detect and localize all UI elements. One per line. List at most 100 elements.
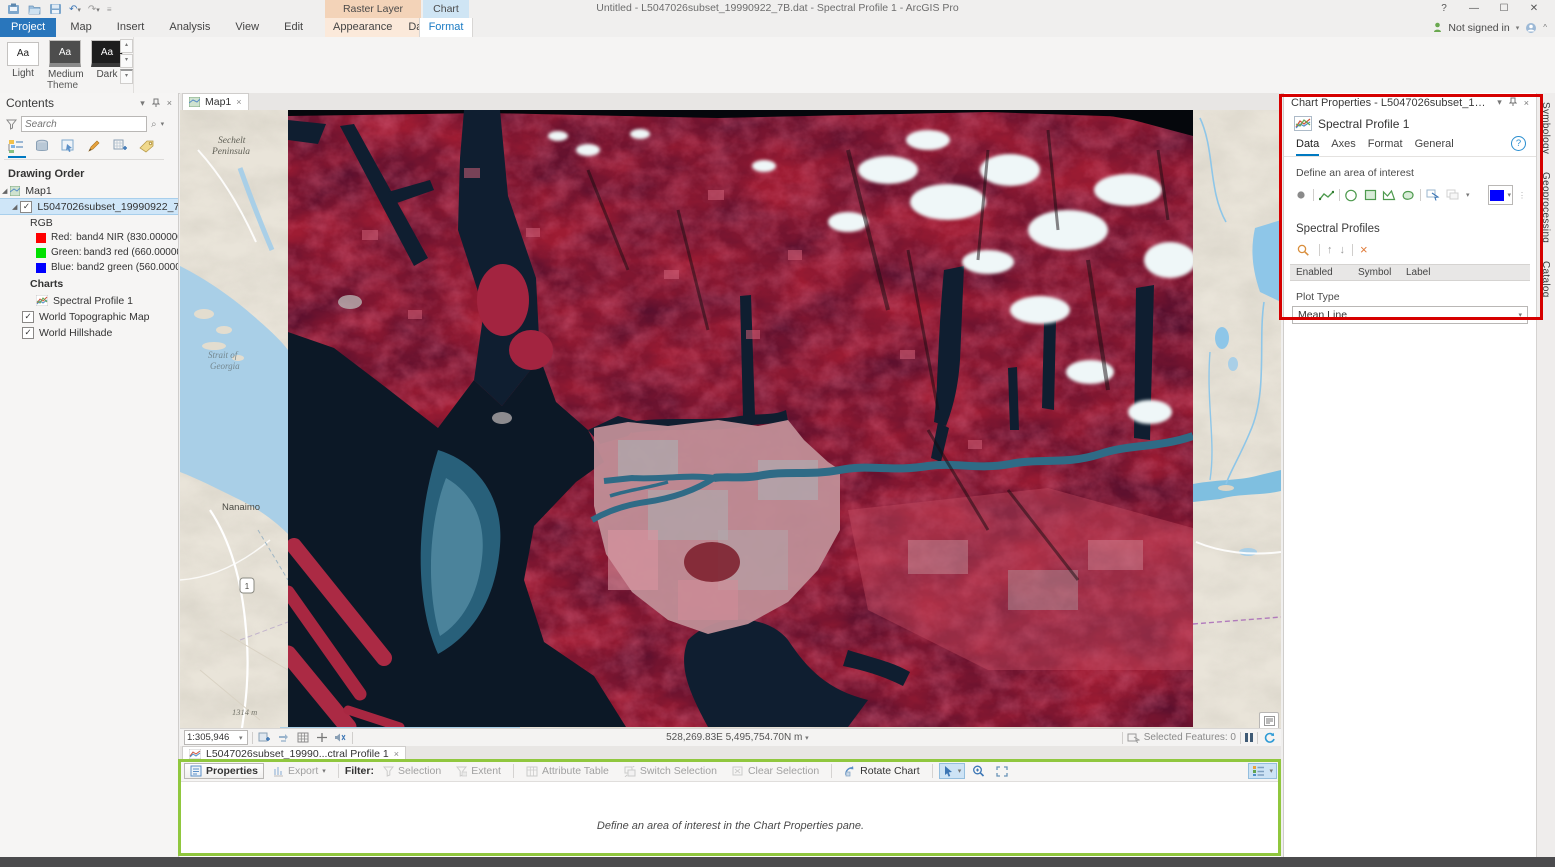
aoi-polygon-tool[interactable]	[1382, 186, 1396, 204]
cp-tab-general[interactable]: General	[1415, 138, 1454, 156]
signin-dropdown-icon[interactable]: ▾	[1516, 24, 1520, 32]
chart-view-tab[interactable]: L5047026subset_19990...ctral Profile 1 ×	[182, 746, 406, 761]
mute-icon[interactable]	[333, 731, 348, 745]
col-label[interactable]: Label	[1406, 267, 1530, 278]
aoi-rectangle-tool[interactable]	[1363, 186, 1377, 204]
close-tab-icon[interactable]: ×	[236, 97, 241, 107]
expand-icon[interactable]: ◢	[2, 187, 7, 195]
tab-insert[interactable]: Insert	[106, 18, 156, 37]
help-button[interactable]: ?	[1429, 0, 1459, 17]
dock-tab-symbology[interactable]: Symbology	[1537, 93, 1551, 163]
chart-full-extent-tool[interactable]	[992, 764, 1012, 779]
map-scale-input[interactable]	[185, 732, 239, 743]
list-by-labeling-icon[interactable]	[134, 137, 158, 155]
coordinates-readout[interactable]: 528,269.83E 5,495,754.70N m ▾	[357, 732, 1118, 743]
filter-by-selection-button[interactable]: Selection	[377, 763, 447, 779]
theme-dark-button[interactable]: Aa Dark	[90, 40, 124, 80]
cp-tab-axes[interactable]: Axes	[1331, 138, 1355, 156]
gallery-up-icon[interactable]: ▴	[120, 39, 133, 53]
rotate-chart-button[interactable]: Rotate Chart	[838, 763, 926, 779]
aoi-color-picker[interactable]: ▾	[1488, 185, 1513, 205]
tree-item-spectral-profile[interactable]: Spectral Profile 1	[0, 292, 178, 309]
layer-checkbox[interactable]: ✓	[20, 201, 32, 213]
tab-project[interactable]: Project	[0, 18, 56, 37]
tab-format[interactable]: Format	[419, 18, 474, 37]
tab-appearance[interactable]: Appearance	[325, 18, 400, 37]
dock-tab-geoprocessing[interactable]: Geoprocessing	[1537, 163, 1551, 252]
panel-pin-icon[interactable]	[1509, 97, 1517, 108]
list-by-drawing-order-icon[interactable]	[4, 137, 28, 155]
maximize-button[interactable]: ☐	[1489, 0, 1519, 17]
switch-selection-button[interactable]: Switch Selection	[618, 763, 723, 779]
chart-export-button[interactable]: Export ▾	[267, 763, 332, 779]
aoi-select-layer-tool[interactable]	[1446, 186, 1461, 204]
chart-legend-button[interactable]: ▾	[1248, 763, 1277, 779]
list-by-editing-icon[interactable]	[82, 137, 106, 155]
col-symbol[interactable]: Symbol	[1358, 267, 1406, 278]
chart-select-tool[interactable]: ▾	[939, 763, 966, 779]
tab-analysis[interactable]: Analysis	[158, 18, 221, 37]
chart-zoom-tool[interactable]	[968, 763, 989, 779]
refresh-icon[interactable]	[1262, 731, 1277, 745]
close-button[interactable]: ✕	[1519, 0, 1549, 17]
selected-features-indicator[interactable]: Selected Features: 0	[1127, 732, 1236, 743]
expand-icon[interactable]: ◢	[12, 203, 17, 211]
map-scale-combobox[interactable]: ▾	[184, 730, 248, 745]
panel-close-icon[interactable]: ×	[1524, 98, 1529, 108]
layer-checkbox[interactable]: ✓	[22, 327, 34, 339]
aoi-point-tool[interactable]	[1294, 186, 1308, 204]
notifications-icon[interactable]	[1525, 22, 1537, 34]
theme-medium-button[interactable]: Aa Medium	[48, 40, 82, 80]
dock-tab-catalog[interactable]: Catalog	[1537, 252, 1551, 307]
profiles-delete-icon[interactable]: ×	[1360, 245, 1368, 255]
list-by-selection-icon[interactable]	[56, 137, 80, 155]
search-dropdown-icon[interactable]: ▾	[161, 120, 165, 128]
tree-item-world-hillshade[interactable]: ✓ World Hillshade	[0, 325, 178, 341]
cp-tab-data[interactable]: Data	[1296, 138, 1319, 156]
help-icon[interactable]: ?	[1511, 136, 1526, 151]
list-by-snapping-icon[interactable]	[108, 137, 132, 155]
new-bookmark-icon[interactable]	[257, 731, 272, 745]
search-input[interactable]	[21, 116, 147, 132]
map-canvas[interactable]: Sechelt Peninsula Strait of Georgia Nana…	[180, 110, 1281, 728]
tree-item-map1[interactable]: ◢ Map1	[0, 183, 178, 198]
filter-icon[interactable]	[6, 119, 17, 130]
clear-selection-button[interactable]: Clear Selection	[726, 763, 825, 779]
minimize-button[interactable]: —	[1459, 0, 1489, 17]
sync-views-icon[interactable]	[276, 731, 291, 745]
theme-light-button[interactable]: Aa Light	[6, 42, 40, 79]
aoi-line-tool[interactable]	[1319, 186, 1334, 204]
collapse-ribbon-icon[interactable]: ^	[1543, 23, 1547, 32]
signin-label[interactable]: Not signed in	[1448, 22, 1509, 34]
col-enabled[interactable]: Enabled	[1290, 267, 1358, 278]
tree-item-world-topographic[interactable]: ✓ World Topographic Map	[0, 309, 178, 325]
tab-edit[interactable]: Edit	[273, 18, 314, 37]
panel-dropdown-icon[interactable]: ▾	[1497, 97, 1502, 108]
tab-view[interactable]: View	[224, 18, 270, 37]
attribute-table-button[interactable]: Attribute Table	[520, 763, 615, 779]
chart-properties-button[interactable]: Properties	[184, 763, 264, 779]
profiles-search-icon[interactable]	[1294, 241, 1312, 259]
profiles-move-down-icon[interactable]: ↓	[1340, 244, 1346, 256]
aoi-lasso-tool[interactable]	[1401, 186, 1415, 204]
tree-item-raster-layer[interactable]: ◢ ✓ L5047026subset_19990922_7B.dat	[0, 198, 178, 215]
layer-checkbox[interactable]: ✓	[22, 311, 34, 323]
map-view-tab[interactable]: Map1 ×	[182, 93, 249, 110]
aoi-select-features-tool[interactable]	[1426, 186, 1441, 204]
gallery-down-icon[interactable]: ▾	[120, 54, 133, 68]
filter-by-extent-button[interactable]: Extent	[450, 763, 507, 779]
cp-tab-format[interactable]: Format	[1368, 138, 1403, 156]
crosshair-icon[interactable]	[314, 731, 329, 745]
contents-close-icon[interactable]: ×	[167, 98, 172, 108]
close-tab-icon[interactable]: ×	[394, 749, 399, 759]
grid-icon[interactable]	[295, 731, 310, 745]
pause-drawing-icon[interactable]	[1245, 733, 1253, 742]
scale-dropdown-icon[interactable]: ▾	[239, 734, 243, 742]
tab-map[interactable]: Map	[59, 18, 102, 37]
list-by-data-source-icon[interactable]	[30, 137, 54, 155]
contents-pin-icon[interactable]	[152, 98, 160, 109]
coordinates-dropdown-icon[interactable]: ▾	[805, 735, 809, 742]
profiles-move-up-icon[interactable]: ↑	[1327, 244, 1333, 256]
aoi-overflow-icon[interactable]: ⋮	[1518, 191, 1526, 200]
aoi-select-dropdown-icon[interactable]: ▾	[1466, 191, 1470, 199]
